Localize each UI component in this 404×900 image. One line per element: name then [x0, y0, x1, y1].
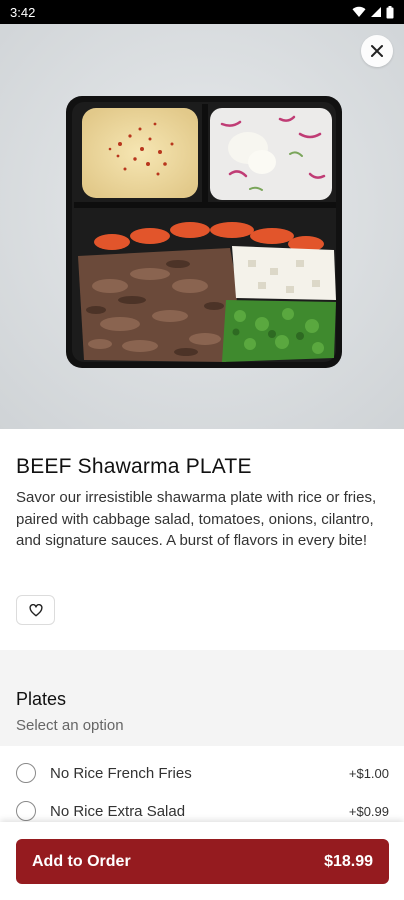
item-image [0, 24, 404, 429]
option-price: +$0.99 [348, 803, 389, 819]
options-section-subtitle: Select an option [16, 717, 124, 734]
option-label: No Rice Extra Salad [50, 802, 186, 820]
option-price: +$1.00 [348, 765, 389, 781]
add-to-order-button[interactable]: Add to Order $18.99 [16, 839, 389, 884]
close-icon [371, 45, 383, 57]
status-icons [352, 5, 394, 19]
battery-icon [386, 5, 394, 18]
radio-button[interactable] [16, 801, 36, 821]
favorite-button[interactable] [16, 595, 55, 625]
radio-button[interactable] [16, 763, 36, 783]
heart-outline-icon [28, 603, 43, 616]
item-description: Savor our irresistible shawarma plate wi… [16, 489, 377, 549]
close-button[interactable] [361, 35, 393, 67]
item-title: BEEF Shawarma PLATE [16, 455, 252, 478]
wifi-icon [352, 6, 366, 18]
status-time: 3:42 [10, 4, 36, 20]
add-to-order-label: Add to Order [32, 852, 131, 870]
option-label: No Rice French Fries [50, 764, 192, 782]
status-bar: 3:42 [0, 0, 404, 24]
signal-icon [371, 7, 381, 17]
options-section-title: Plates [16, 689, 67, 709]
option-row[interactable]: No Rice French Fries +$1.00 [0, 754, 404, 792]
order-total-price: $18.99 [324, 852, 373, 870]
